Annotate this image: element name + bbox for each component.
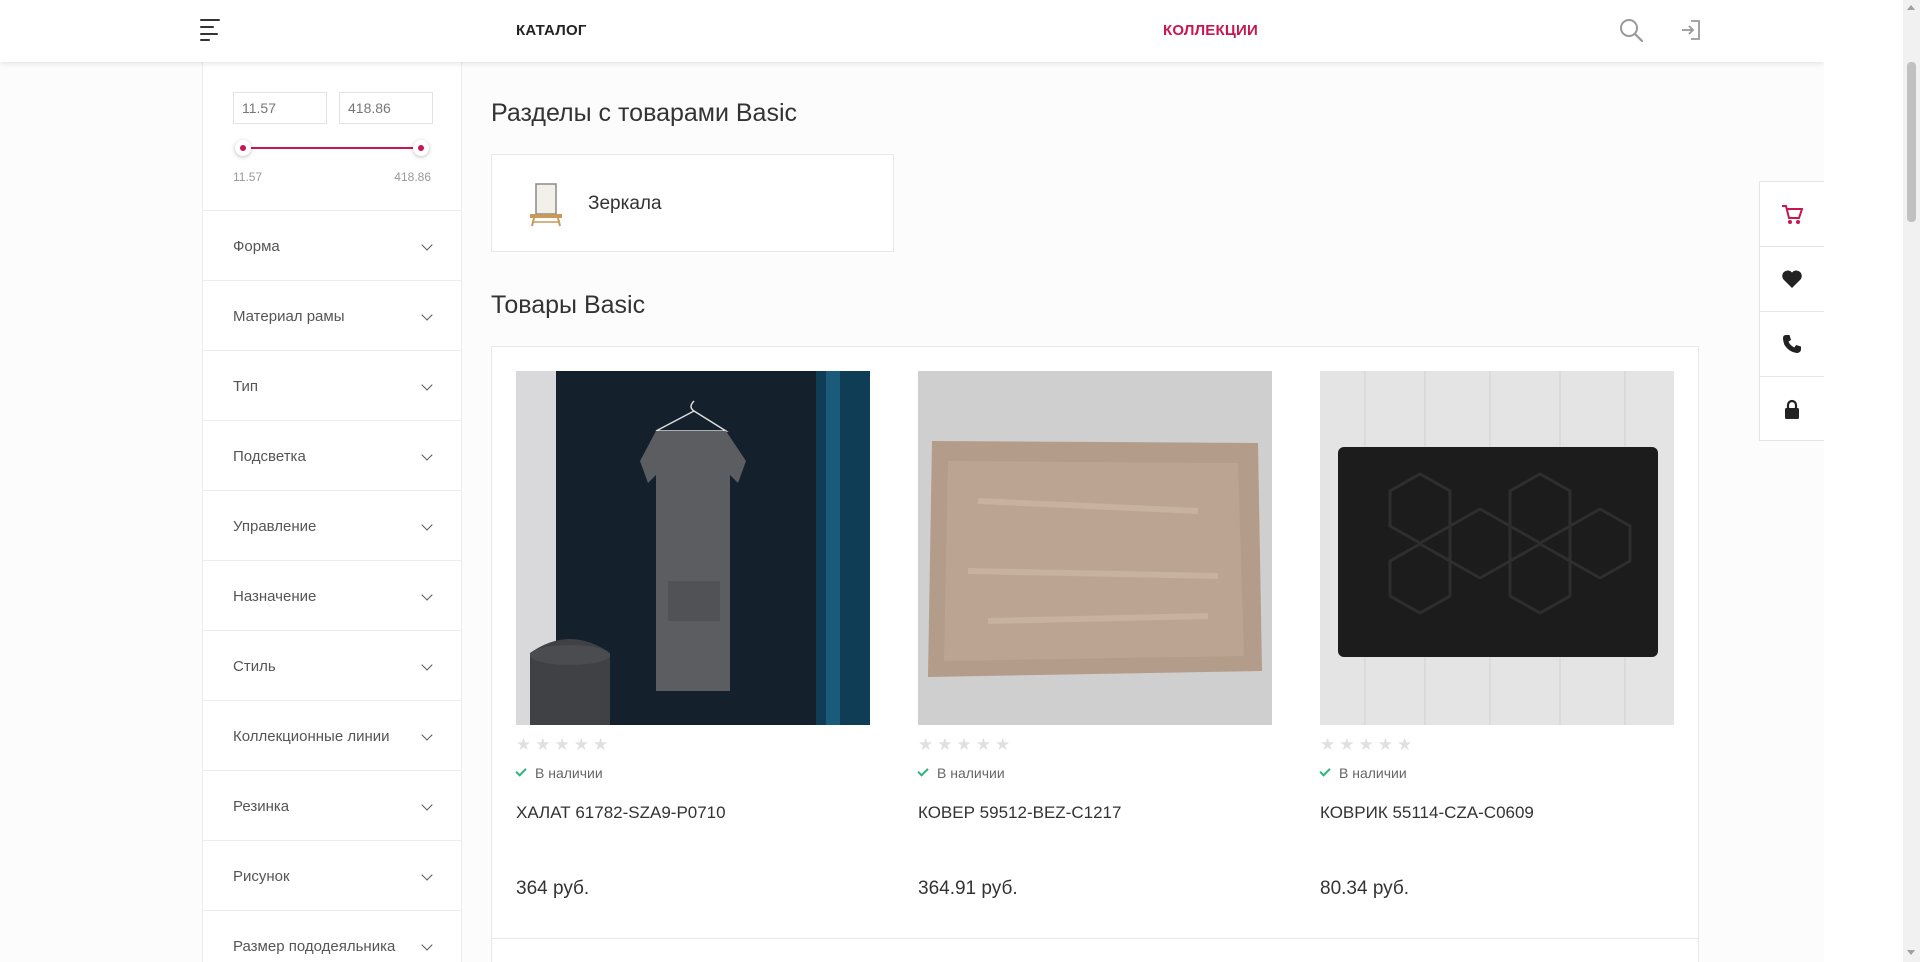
stock-label: В наличии xyxy=(937,765,1005,781)
stock-status: В наличии xyxy=(917,765,1005,781)
page: КАТАЛОГ КОЛЛЕКЦИИ 11.57 418.86 Форма Мат… xyxy=(0,0,1824,962)
filter-label: Назначение xyxy=(233,588,317,605)
filter-label: Материал рамы xyxy=(233,308,345,325)
filter-label: Размер пододеяльника xyxy=(233,938,396,955)
product-grid: ★ ★ ★ ★ ★ В наличии ХАЛАТ 61782-SZA9-P0710 3… xyxy=(491,346,1699,962)
filter-collection-lines[interactable]: Коллекционные линии xyxy=(203,700,461,770)
product-card[interactable]: ★ ★ ★ ★ ★ В наличии КОВЕР 59512-BEZ-C1217 36… xyxy=(894,347,1297,939)
product-price: 364 руб. xyxy=(516,878,590,899)
chevron-down-icon xyxy=(421,379,433,391)
filter-sidebar: 11.57 418.86 Форма Материал рамы Тип Под… xyxy=(202,62,462,962)
stock-label: В наличии xyxy=(535,765,603,781)
next-row-card xyxy=(1296,939,1699,962)
filter-label: Коллекционные линии xyxy=(233,728,390,745)
filter-type[interactable]: Тип xyxy=(203,350,461,420)
favorites-button[interactable] xyxy=(1760,247,1824,312)
heart-icon xyxy=(1782,270,1802,288)
product-card[interactable]: ★ ★ ★ ★ ★ В наличии ХАЛАТ 61782-SZA9-P0710 3… xyxy=(492,347,895,939)
filter-label: Подсветка xyxy=(233,448,306,465)
chevron-down-icon xyxy=(421,519,433,531)
chevron-down-icon xyxy=(421,799,433,811)
stock-label: В наличии xyxy=(1339,765,1407,781)
product-name[interactable]: КОВЕР 59512-BEZ-C1217 xyxy=(918,803,1121,823)
scrollbar-thumb[interactable] xyxy=(1907,62,1916,222)
product-price: 364.91 руб. xyxy=(918,878,1018,899)
check-icon xyxy=(1319,765,1331,777)
filter-label: Управление xyxy=(233,518,317,535)
login-icon[interactable] xyxy=(1678,17,1706,45)
price-range-max-label: 418.86 xyxy=(394,170,431,184)
rating-stars: ★ ★ ★ ★ ★ xyxy=(516,735,609,754)
chevron-down-icon xyxy=(421,309,433,321)
filter-duvet-size[interactable]: Размер пододеяльника xyxy=(203,910,461,962)
quick-actions-panel xyxy=(1759,181,1824,441)
check-icon xyxy=(515,765,527,777)
price-min-input[interactable] xyxy=(233,92,327,124)
page-scrollbar[interactable] xyxy=(1903,0,1920,962)
next-row-card xyxy=(894,939,1297,962)
filter-control[interactable]: Управление xyxy=(203,490,461,560)
section-card-mirrors[interactable]: Зеркала xyxy=(491,154,894,252)
lock-icon xyxy=(1785,399,1799,419)
filter-backlight[interactable]: Подсветка xyxy=(203,420,461,490)
next-row-card xyxy=(492,939,895,962)
stock-status: В наличии xyxy=(515,765,603,781)
filter-style[interactable]: Стиль xyxy=(203,630,461,700)
filter-elastic[interactable]: Резинка xyxy=(203,770,461,840)
cart-icon xyxy=(1782,205,1803,224)
filter-label: Тип xyxy=(233,378,259,395)
menu-icon[interactable] xyxy=(200,19,224,41)
price-slider-max-handle[interactable] xyxy=(413,140,429,156)
filter-label: Стиль xyxy=(233,658,276,675)
chevron-down-icon xyxy=(421,239,433,251)
chevron-down-icon xyxy=(421,939,433,951)
filter-shape[interactable]: Форма xyxy=(203,210,461,280)
product-image xyxy=(918,371,1272,725)
product-price: 80.34 руб. xyxy=(1320,878,1410,899)
rating-stars: ★ ★ ★ ★ ★ xyxy=(1320,735,1413,754)
rating-stars: ★ ★ ★ ★ ★ xyxy=(918,735,1011,754)
mirror-thumbnail xyxy=(522,180,570,228)
chevron-down-icon xyxy=(421,729,433,741)
phone-icon xyxy=(1783,335,1801,353)
product-name[interactable]: КОВРИК 55114-CZA-C0609 xyxy=(1320,803,1534,823)
filter-purpose[interactable]: Назначение xyxy=(203,560,461,630)
chevron-down-icon xyxy=(421,589,433,601)
price-max-input[interactable] xyxy=(339,92,433,124)
filter-frame-material[interactable]: Материал рамы xyxy=(203,280,461,350)
cart-button[interactable] xyxy=(1760,182,1824,247)
check-icon xyxy=(917,765,929,777)
product-image xyxy=(1320,371,1674,725)
section-card-label: Зеркала xyxy=(588,193,662,214)
chevron-down-icon xyxy=(421,449,433,461)
nav-catalog-link[interactable]: КАТАЛОГ xyxy=(516,22,587,39)
filter-label: Форма xyxy=(233,238,280,255)
chevron-down-icon xyxy=(421,869,433,881)
filter-pattern[interactable]: Рисунок xyxy=(203,840,461,910)
product-image xyxy=(516,371,870,725)
stock-status: В наличии xyxy=(1319,765,1407,781)
product-name[interactable]: ХАЛАТ 61782-SZA9-P0710 xyxy=(516,803,726,823)
price-slider-min-handle[interactable] xyxy=(235,140,251,156)
products-heading: Товары Basic xyxy=(491,291,646,319)
account-button[interactable] xyxy=(1760,377,1824,442)
filter-label: Рисунок xyxy=(233,868,290,885)
scroll-down-arrow-icon[interactable] xyxy=(1907,950,1915,955)
site-header: КАТАЛОГ КОЛЛЕКЦИИ xyxy=(0,0,1824,62)
price-range-inputs xyxy=(233,92,433,124)
price-slider-track xyxy=(235,140,429,156)
scroll-up-arrow-icon[interactable] xyxy=(1907,5,1915,10)
sections-heading: Разделы с товарами Basic xyxy=(491,99,798,127)
price-range-min-label: 11.57 xyxy=(233,170,263,184)
search-icon[interactable] xyxy=(1618,17,1646,45)
product-card[interactable]: ★ ★ ★ ★ ★ В наличии КОВРИК 55114-CZA-C0609 8… xyxy=(1296,347,1699,939)
nav-collections-link[interactable]: КОЛЛЕКЦИИ xyxy=(1163,22,1258,39)
phone-button[interactable] xyxy=(1760,312,1824,377)
filter-label: Резинка xyxy=(233,798,290,815)
chevron-down-icon xyxy=(421,659,433,671)
